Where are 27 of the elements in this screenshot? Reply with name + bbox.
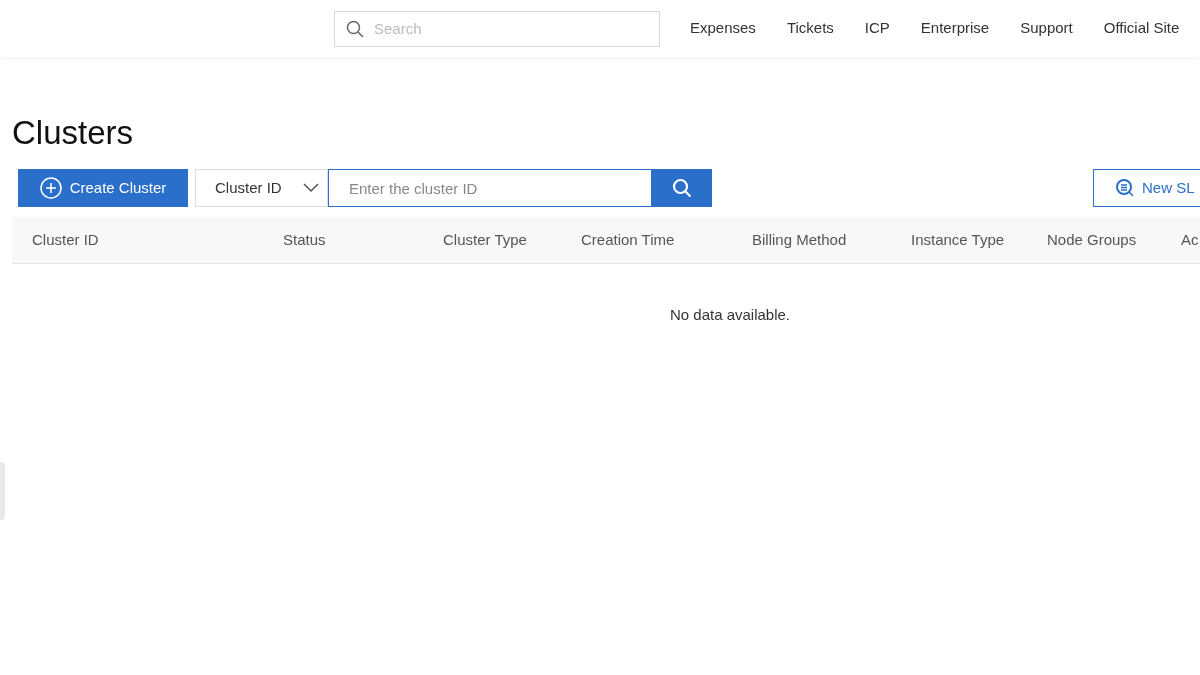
nav-link[interactable]: Tickets — [786, 17, 834, 40]
filter-select[interactable]: Cluster ID — [195, 169, 328, 207]
empty-message: No data available. — [669, 305, 791, 325]
column-header: Ac — [1181, 229, 1199, 250]
nav-link[interactable]: Expenses — [690, 17, 756, 40]
column-header: Creation Time — [581, 229, 676, 250]
column-header: Cluster Type — [443, 229, 528, 250]
plus-circle-icon — [39, 177, 62, 199]
column-header: Node Groups — [1047, 229, 1138, 250]
search-field[interactable]: Search — [334, 10, 660, 47]
column-header: Status — [283, 229, 327, 250]
nav-link[interactable]: ICP — [864, 17, 890, 40]
column-header: Billing Method — [752, 229, 848, 250]
log-search-icon — [1115, 178, 1135, 198]
search-icon — [672, 178, 692, 198]
nav-link[interactable]: Official Site — [1103, 17, 1180, 40]
column-header: Instance Type — [911, 229, 1006, 250]
chevron-down-icon — [303, 183, 319, 193]
create-cluster-button[interactable]: Create Cluster — [18, 169, 188, 207]
nav-link[interactable]: Support — [1020, 17, 1073, 40]
nav-link[interactable]: Enterprise — [920, 17, 990, 40]
column-header: Cluster ID — [32, 229, 100, 250]
new-button[interactable]: New SL — [1093, 169, 1200, 207]
search-icon — [346, 19, 364, 38]
search-button[interactable] — [652, 169, 712, 207]
page-title: Clusters — [12, 113, 135, 153]
cluster-id-field[interactable]: Enter the cluster ID — [328, 169, 652, 207]
